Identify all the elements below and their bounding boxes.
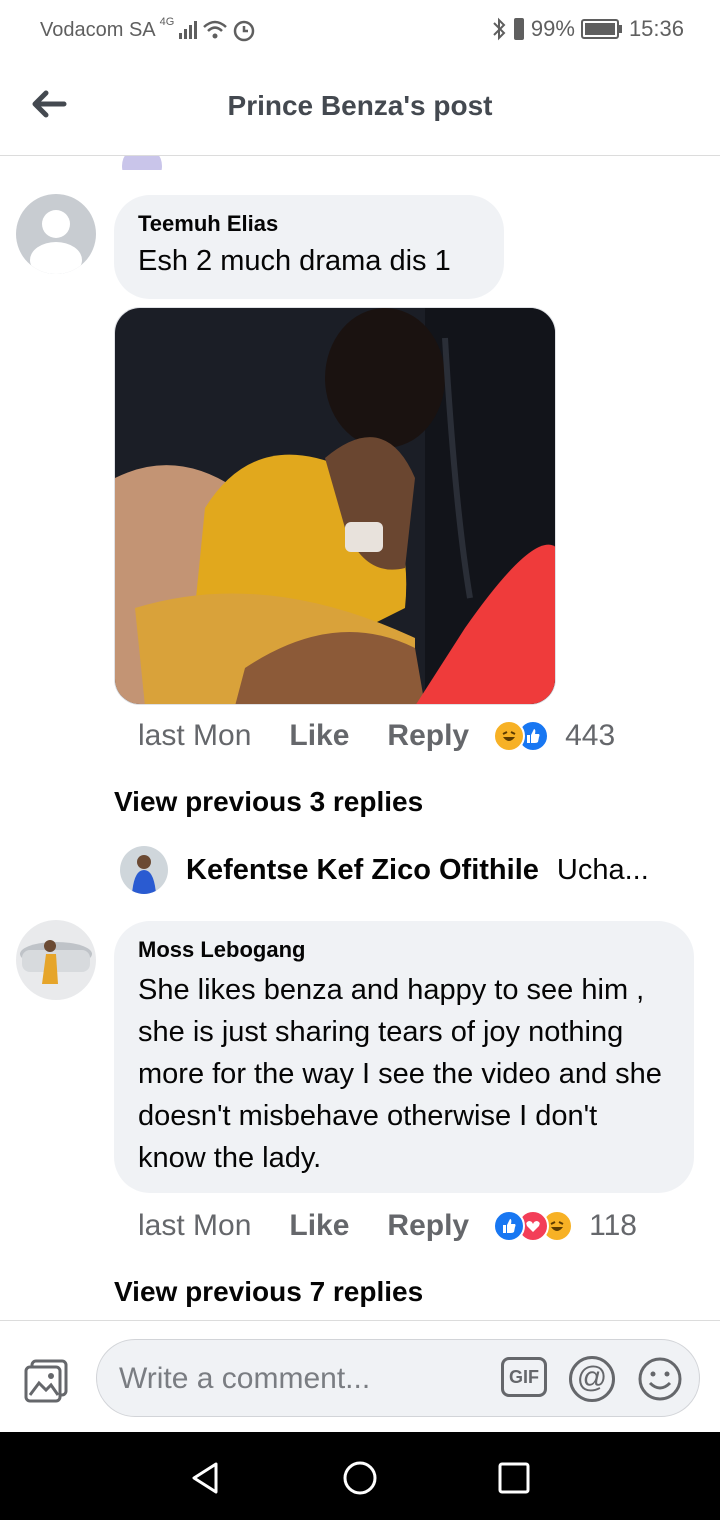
reaction-summary[interactable] xyxy=(493,720,550,752)
status-bar: Vodacom SA 4G 99% 15:36 xyxy=(0,0,720,60)
comment-bubble[interactable]: Moss Lebogang She likes benza and happy … xyxy=(114,921,694,1193)
comment-time[interactable]: last Mon xyxy=(138,1209,251,1243)
comment-actions: last Mon Like Reply 118 xyxy=(138,1206,637,1246)
network-type: 4G xyxy=(159,16,175,28)
mention-icon[interactable]: @ xyxy=(569,1356,615,1402)
default-avatar-icon xyxy=(30,210,82,274)
reply-author[interactable]: Kefentse Kef Zico Ofithile xyxy=(186,854,539,887)
status-right: 99% 15:36 xyxy=(491,16,684,42)
comment-text: Esh 2 much drama dis 1 xyxy=(138,245,451,277)
battery-icon xyxy=(580,19,622,39)
comment-input[interactable]: Write a comment... GIF @ xyxy=(96,1339,700,1417)
comment-time[interactable]: last Mon xyxy=(138,719,251,753)
comment-bubble[interactable]: Teemuh Elias Esh 2 much drama dis 1 xyxy=(114,195,504,299)
vibrate-icon xyxy=(513,18,524,40)
view-previous-replies-link[interactable]: View previous 7 replies xyxy=(114,1276,423,1308)
reaction-summary[interactable] xyxy=(493,1210,574,1242)
reaction-count[interactable]: 443 xyxy=(565,719,615,753)
avatar[interactable] xyxy=(120,846,168,894)
view-previous-replies-link[interactable]: View previous 3 replies xyxy=(114,786,423,818)
app-header: Prince Benza's post xyxy=(0,60,720,156)
comment-text: She likes benza and happy to see him , s… xyxy=(138,974,662,1174)
carrier-label: Vodacom SA xyxy=(40,18,156,41)
system-navigation-bar xyxy=(0,1432,720,1520)
emoji-icon[interactable] xyxy=(637,1356,683,1402)
reply-button[interactable]: Reply xyxy=(387,719,469,753)
wifi-icon xyxy=(203,20,228,39)
like-button[interactable]: Like xyxy=(289,719,349,753)
reply-snippet: Ucha... xyxy=(556,853,649,886)
reply-button[interactable]: Reply xyxy=(387,1209,469,1243)
bluetooth-icon xyxy=(493,17,506,41)
recents-square-icon[interactable] xyxy=(494,1458,534,1498)
page-title: Prince Benza's post xyxy=(227,90,493,121)
gif-icon[interactable]: GIF xyxy=(501,1357,547,1397)
comment-actions: last Mon Like Reply 443 xyxy=(138,716,615,756)
like-button[interactable]: Like xyxy=(289,1209,349,1243)
avatar[interactable] xyxy=(16,194,96,274)
signal-icon xyxy=(179,21,198,39)
alarm-icon xyxy=(234,20,255,42)
haha-reaction-icon xyxy=(493,720,526,752)
back-triangle-icon[interactable] xyxy=(186,1458,226,1498)
avatar[interactable] xyxy=(16,920,96,1000)
clock: 15:36 xyxy=(628,16,684,41)
comment-photo-image xyxy=(115,308,555,704)
avatar-image xyxy=(16,920,96,1000)
status-left: Vodacom SA 4G xyxy=(40,16,256,42)
comment-author[interactable]: Teemuh Elias xyxy=(138,211,480,237)
comment-composer: Write a comment... GIF @ xyxy=(0,1320,720,1432)
battery-percent: 99% xyxy=(530,16,575,41)
home-circle-icon[interactable] xyxy=(340,1458,380,1498)
reply-preview[interactable]: Kefentse Kef Zico Ofithile Ucha... xyxy=(120,846,680,894)
comment-author[interactable]: Moss Lebogang xyxy=(138,937,670,963)
reply-avatar-image xyxy=(120,846,168,894)
comment-placeholder: Write a comment... xyxy=(119,1362,371,1395)
like-reaction-icon xyxy=(493,1210,526,1242)
photo-attach-icon[interactable] xyxy=(22,1357,70,1405)
comment-photo[interactable] xyxy=(114,307,556,705)
reaction-count[interactable]: 118 xyxy=(589,1209,637,1243)
